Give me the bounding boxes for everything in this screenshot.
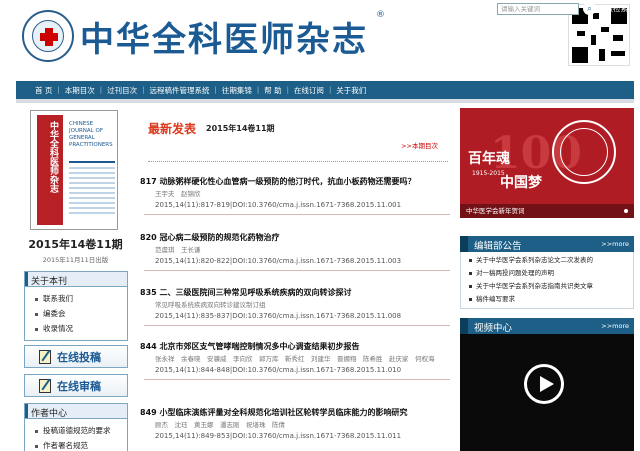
search-icon[interactable]: ⌕ (583, 2, 596, 15)
nav-manuscript-system[interactable]: 远程稿件管理系统 (144, 85, 214, 96)
article-title[interactable]: 835 二、三级医院间三种常见呼吸系统疾病的双向转诊探讨 (140, 287, 450, 298)
pen-paper-icon (39, 349, 51, 364)
about-box: 关于本刊 联系我们 编委会 收录情况 (24, 271, 128, 341)
center-divider (148, 161, 448, 162)
registered-mark: ® (376, 10, 385, 20)
current-toc-more-link[interactable]: >>本期目次 (401, 140, 438, 150)
play-icon[interactable] (524, 364, 564, 404)
article-divider (144, 379, 450, 380)
pen-paper-icon (39, 378, 51, 393)
author-ethics-link[interactable]: 投稿道德规范的要求 (35, 423, 127, 438)
banner-emblem-inner (560, 128, 608, 176)
banner-text-cn2: 中国梦 (500, 175, 542, 191)
article-item: 835 二、三级医院间三种常见呼吸系统疾病的双向转诊探讨 常见呼吸系统疾病双向转… (140, 287, 450, 326)
centennial-banner[interactable]: 100 百年魂 1915-2015 中国梦 中华医学会新年贺词 (460, 108, 634, 218)
online-submission-button[interactable]: 在线投稿 (24, 345, 128, 368)
article-title[interactable]: 817 动脉粥样硬化性心血管病一级预防的他汀时代，抗血小板药物还需要吗？ (140, 176, 450, 187)
article-doi[interactable]: 2015,14(11):844-848|DOI:10.3760/cma.j.is… (140, 365, 450, 375)
article-title[interactable]: 844 北京市郊区支气管哮喘控制情况多中心调查结果初步报告 (140, 341, 450, 352)
banner-text-cn: 百年魂 (468, 151, 510, 167)
notices-heading: 编辑部公告 >>more (460, 236, 634, 252)
article-doi[interactable]: 2015,14(11):820-822|DOI:10.3760/cma.j.is… (140, 256, 450, 266)
article-authors: 王宇夫 赵锦欣 (155, 190, 201, 198)
notices-heading-label: 编辑部公告 (474, 241, 522, 252)
nav-subscribe[interactable]: 在线订阅 (289, 85, 329, 96)
online-submission-label: 在线投稿 (57, 350, 101, 364)
article-doi[interactable]: 2015,14(11):835-837|DOI:10.3760/cma.j.is… (140, 311, 450, 321)
article-divider (144, 214, 450, 215)
author-signature-link[interactable]: 作者署名规范 (35, 438, 127, 451)
online-review-button[interactable]: 在线审稿 (24, 374, 128, 397)
about-heading: 关于本刊 (25, 272, 127, 287)
journal-logo[interactable] (22, 10, 74, 62)
article-divider (144, 270, 450, 271)
latest-issue-label: 2015年14卷11期 (206, 124, 275, 133)
article-authors: 常见呼吸系统疾病双向转诊建议制订组 (155, 301, 266, 309)
article-authors: 范虞琪 王长谦 (155, 246, 201, 254)
about-heading-label: 关于本刊 (31, 277, 68, 287)
article-doi[interactable]: 2015,14(11):849-853|DOI:10.3760/cma.j.is… (140, 431, 450, 441)
notices-list: 关于中华医学会系列杂志论文二次发表的 对一稿两投问题处理的声明 关于中华医学会系… (460, 252, 634, 309)
video-heading-label: 视频中心 (474, 323, 513, 334)
article-title[interactable]: 849 小型临床演练评量对全科规范化培训社区轮转学员临床能力的影响研究 (140, 407, 450, 418)
notice-item[interactable]: 对一稿两投问题处理的声明 (469, 267, 633, 280)
issue-title[interactable]: 2015年14卷11期 (28, 236, 123, 252)
article-item: 844 北京市郊区支气管哮喘控制情况多中心调查结果初步报告 张永祥 余春晓 安骥… (140, 341, 450, 380)
article-authors: 张永祥 余春晓 安骥威 李向欣 郭万库 靳秀红 刘建华 晋娜翔 陈希胜 赴庆家 … (155, 355, 435, 363)
issue-date: 2015年11月11日出版 (42, 256, 109, 264)
article-title[interactable]: 820 冠心病二级预防的规范化药物治疗 (140, 232, 450, 243)
notice-item[interactable]: 关于中华医学会系列杂志指南共识类文章 (469, 280, 633, 293)
notices-more-link[interactable]: >>more (601, 240, 629, 248)
video-more-link[interactable]: >>more (601, 322, 629, 330)
video-heading: 视频中心 >>more (460, 318, 634, 334)
journal-name: 中华全科医师杂志 (80, 20, 368, 60)
online-review-label: 在线审稿 (57, 379, 101, 393)
heading-accent (25, 404, 28, 418)
search-input[interactable]: 请输入关键词 (497, 3, 579, 15)
article-doi[interactable]: 2015,14(11):817-819|DOI:10.3760/cma.j.is… (140, 200, 450, 210)
author-center-box: 作者中心 投稿道德规范的要求 作者署名规范 (24, 403, 128, 451)
nav-past-toc[interactable]: 过刊目次 (102, 85, 142, 96)
nav-home[interactable]: 首 页 (30, 85, 57, 96)
main-nav: 首 页 | 本期目次 | 过刊目次 | 远程稿件管理系统 | 往期集锦 | 帮 … (16, 81, 634, 99)
cover-title-en: CHINESE JOURNAL OF GENERAL PRACTITIONERS (69, 121, 113, 148)
author-center-heading-label: 作者中心 (31, 409, 68, 419)
about-editorial-board-link[interactable]: 编委会 (35, 306, 127, 321)
article-item: 820 冠心病二级预防的规范化药物治疗 范虞琪 王长谦 2015,14(11):… (140, 232, 450, 271)
about-indexing-link[interactable]: 收录情况 (35, 321, 127, 336)
cover-title-cn: 中华全科医师杂志 (48, 121, 58, 193)
banner-caption: 中华医学会新年贺词 (460, 204, 634, 218)
carousel-dot[interactable] (624, 209, 628, 213)
about-contact-link[interactable]: 联系我们 (35, 291, 127, 306)
nav-collections[interactable]: 往期集锦 (217, 85, 257, 96)
article-item: 817 动脉粥样硬化性心血管病一级预防的他汀时代，抗血小板药物还需要吗？ 王宇夫… (140, 176, 450, 215)
nav-current-toc[interactable]: 本期目次 (60, 85, 100, 96)
issue-cover-image[interactable]: 中华全科医师杂志 CHINESE JOURNAL OF GENERAL PRAC… (30, 110, 118, 230)
logo-cross-horizontal (40, 33, 58, 41)
latest-heading: 最新发表 (148, 122, 197, 136)
cover-text-lines (69, 167, 115, 217)
nav-divider (16, 99, 634, 103)
heading-accent (25, 272, 28, 286)
article-item: 849 小型临床演练评量对全科规范化培训社区轮转学员临床能力的影响研究 顾杰 沈… (140, 407, 450, 441)
nav-help[interactable]: 帮 助 (259, 85, 286, 96)
logo-inner-ring (32, 20, 64, 52)
cover-rule (69, 161, 115, 163)
article-divider (144, 325, 450, 326)
heading-accent (460, 236, 468, 252)
notice-item[interactable]: 稿件编写要求 (469, 293, 633, 306)
notice-item[interactable]: 关于中华医学会系列杂志论文二次发表的 (469, 254, 633, 267)
advanced-search-link[interactable]: 高级检索 (598, 0, 628, 18)
nav-about[interactable]: 关于我们 (331, 85, 371, 96)
latest-header: 最新发表 2015年14卷11期 >>本期目次 (148, 120, 446, 160)
heading-accent (460, 318, 468, 334)
author-center-heading: 作者中心 (25, 404, 127, 419)
article-authors: 顾杰 沈珏 黄玉娜 潘志刚 祝墡珠 陈倩 (155, 421, 285, 429)
